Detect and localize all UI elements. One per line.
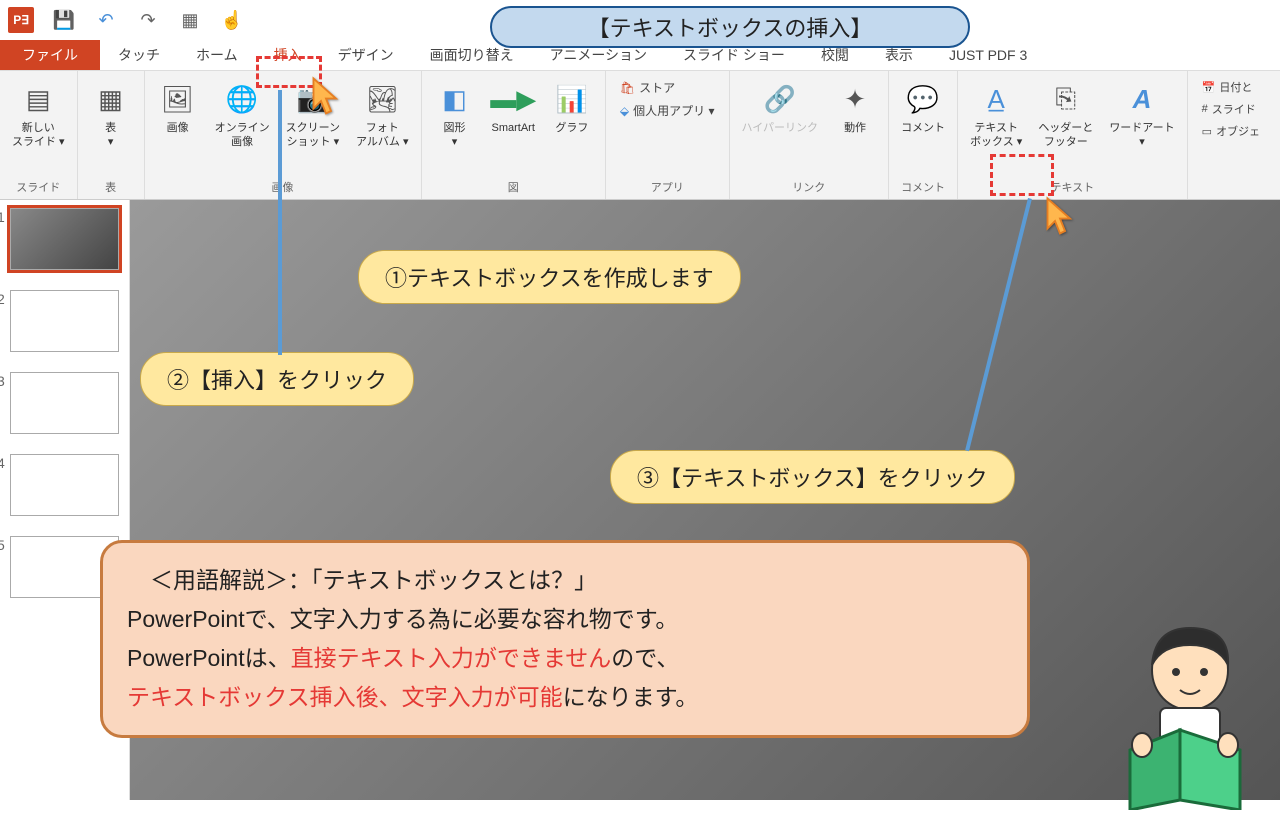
expl-line2: PowerPointは、直接テキスト入力ができませんので、 [127, 639, 1003, 678]
thumb-4[interactable]: 4 [10, 454, 119, 516]
group-images-label: 画像 [151, 177, 415, 197]
action-button[interactable]: ✦動作 [828, 75, 882, 139]
tab-home[interactable]: ホーム [178, 40, 256, 70]
annotation-step2: ②【挿入】をクリック [140, 352, 414, 406]
group-text-label: テキスト [964, 177, 1181, 197]
new-slide-button[interactable]: ▤ 新しい スライド ▾ [6, 75, 71, 154]
header-footer-button[interactable]: ⎘ヘッダーと フッター [1032, 75, 1099, 154]
group-apps-label: アプリ [612, 177, 723, 197]
undo-icon[interactable]: ↶ [94, 8, 118, 32]
arrow-to-insert [278, 90, 282, 355]
picture-button[interactable]: 🖼画像 [151, 75, 205, 139]
online-picture-icon: 🌐 [224, 79, 260, 119]
comment-button[interactable]: 💬コメント [895, 75, 951, 139]
thumb-2[interactable]: 2 [10, 290, 119, 352]
touchmode-icon[interactable]: ☝ [220, 8, 244, 32]
tab-design[interactable]: デザイン [320, 40, 412, 70]
action-icon: ✦ [837, 79, 873, 119]
slidenum-icon: # [1202, 103, 1208, 115]
boy-reading-illustration [1090, 610, 1270, 810]
thumb-3[interactable]: 3 [10, 372, 119, 434]
online-picture-button[interactable]: 🌐オンライン 画像 [209, 75, 276, 154]
hyperlink-icon: 🔗 [762, 79, 798, 119]
date-icon: 📅 [1202, 81, 1216, 94]
expl-line1: PowerPointで、文字入力する為に必要な容れ物です。 [127, 600, 1003, 639]
redo-icon[interactable]: ↷ [136, 8, 160, 32]
object-icon: ▭ [1202, 125, 1212, 138]
slideshow-icon[interactable]: ▦ [178, 8, 202, 32]
explanation-box: ＜用語解説＞：「テキストボックスとは？」 PowerPointで、文字入力する為… [100, 540, 1030, 738]
shapes-icon: ◧ [437, 79, 473, 119]
group-illust-label: 図 [428, 177, 599, 197]
textbox-icon: A̲ [978, 79, 1014, 119]
date-button[interactable]: 📅日付と [1202, 79, 1260, 95]
store-icon: 🛍 [620, 81, 635, 95]
myapps-button[interactable]: ⬙個人用アプリ ▾ [620, 102, 715, 119]
picture-icon: 🖼 [160, 79, 196, 119]
cursor-icon-textbox [1044, 196, 1076, 236]
object-button[interactable]: ▭オブジェ [1202, 123, 1260, 139]
save-icon[interactable]: 💾 [52, 8, 76, 32]
hyperlink-button[interactable]: 🔗ハイパーリンク [736, 75, 825, 139]
annotation-title: 【テキストボックスの挿入】 [490, 6, 970, 48]
header-footer-icon: ⎘ [1048, 79, 1084, 119]
album-icon: 🏞 [364, 79, 400, 119]
new-slide-icon: ▤ [20, 79, 56, 119]
photo-album-button[interactable]: 🏞フォト アルバム ▾ [350, 75, 414, 154]
annotation-step3: ③【テキストボックス】をクリック [610, 450, 1015, 504]
slidenum-button[interactable]: #スライド [1202, 101, 1260, 117]
powerpoint-logo: P∃ [8, 7, 34, 33]
cursor-icon-insert [310, 76, 342, 116]
ribbon: ▤ 新しい スライド ▾ スライド ▦ 表 ▾ 表 🖼画像 🌐オンライン 画像 … [0, 70, 1280, 200]
tab-touch[interactable]: タッチ [100, 40, 178, 70]
smartart-icon: ▬▶ [495, 79, 531, 119]
tab-file[interactable]: ファイル [0, 40, 100, 70]
chart-icon: 📊 [554, 79, 590, 119]
table-button[interactable]: ▦ 表 ▾ [84, 75, 138, 154]
thumb-1[interactable]: 1 [10, 208, 119, 270]
comment-icon: 💬 [905, 79, 941, 119]
group-comments-label: コメント [895, 177, 951, 197]
shapes-button[interactable]: ◧図形 ▾ [428, 75, 482, 154]
store-button[interactable]: 🛍ストア [620, 79, 715, 96]
group-slides-label: スライド [6, 177, 71, 197]
wordart-button[interactable]: Aワードアート ▾ [1103, 75, 1180, 154]
wordart-icon: A [1124, 79, 1160, 119]
expl-title: ＜用語解説＞：「テキストボックスとは？」 [127, 561, 1003, 600]
apps-icon: ⬙ [620, 104, 629, 118]
table-icon: ▦ [93, 79, 129, 119]
chart-button[interactable]: 📊グラフ [545, 75, 599, 139]
group-tables-label: 表 [84, 177, 138, 197]
group-links-label: リンク [736, 177, 883, 197]
expl-line3: テキストボックス挿入後、文字入力が可能になります。 [127, 678, 1003, 717]
annotation-step1: ①テキストボックスを作成します [358, 250, 741, 304]
smartart-button[interactable]: ▬▶SmartArt [486, 75, 541, 139]
tab-insert[interactable]: 挿入 [256, 40, 320, 70]
textbox-button[interactable]: A̲テキスト ボックス ▾ [964, 75, 1028, 154]
